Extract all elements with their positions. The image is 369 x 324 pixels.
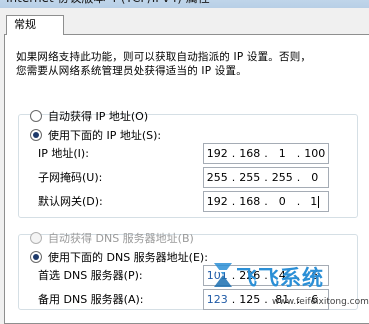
auto-dns-option[interactable]: 自动获得 DNS 服务器地址(B) — [30, 230, 194, 245]
text-caret — [318, 196, 320, 208]
mask-octet-4: 0 — [311, 171, 319, 184]
window-title: Internet 协议版本 4 (TCP/IPv4) 属性 — [0, 0, 369, 8]
description-text: 如果网络支持此功能，则可以获取自动指派的 IP 设置。否则， 您需要从网络系统管… — [16, 50, 362, 78]
subnet-mask-label: 子网掩码(U): — [38, 171, 103, 184]
auto-dns-radio[interactable] — [30, 231, 42, 244]
manual-dns-radio[interactable] — [30, 250, 42, 263]
tab-general[interactable]: 常规 — [6, 15, 64, 35]
gateway-input[interactable]: 192. 168. 0. 1 — [203, 191, 329, 212]
ip-address-input[interactable]: 192. 168. 1. 100 — [203, 143, 329, 164]
manual-dns-option[interactable]: 使用下面的 DNS 服务器地址(E): — [30, 249, 208, 264]
alternate-dns-label: 备用 DNS 服务器(A): — [38, 293, 144, 306]
gateway-octet-3: 0 — [278, 195, 286, 208]
gateway-label: 默认网关(D): — [38, 195, 103, 208]
gateway-octet-1: 192 — [206, 195, 228, 208]
manual-ip-label: 使用下面的 IP 地址(S): — [48, 128, 162, 142]
gateway-octet-4: 1 — [310, 195, 320, 208]
mask-octet-2: 255 — [239, 171, 261, 184]
ip-octet-2: 168 — [239, 147, 261, 160]
auto-ip-radio[interactable] — [30, 109, 42, 122]
adns-octet-2: 125 — [239, 293, 261, 306]
brand-logo-icon — [214, 263, 232, 287]
ip-octet-1: 192 — [206, 147, 228, 160]
description-line-1: 如果网络支持此功能，则可以获取自动指派的 IP 设置。否则， — [16, 51, 312, 63]
subnet-mask-input[interactable]: 255. 255. 255. 0 — [203, 167, 329, 188]
mask-octet-3: 255 — [271, 171, 293, 184]
watermark-brand: 飞飞系统 — [236, 266, 324, 290]
auto-ip-option[interactable]: 自动获得 IP 地址(O) — [30, 108, 148, 123]
mask-octet-1: 255 — [206, 171, 228, 184]
preferred-dns-label: 首选 DNS 服务器(P): — [38, 269, 143, 282]
description-line-2: 您需要从网络系统管理员处获得适当的 IP 设置。 — [16, 65, 247, 77]
ip-octet-3: 1 — [278, 147, 286, 160]
auto-ip-label: 自动获得 IP 地址(O) — [48, 109, 149, 123]
manual-ip-option[interactable]: 使用下面的 IP 地址(S): — [30, 127, 161, 142]
gateway-octet-2: 168 — [239, 195, 261, 208]
watermark-url: www.feifeixitong.com — [272, 297, 369, 307]
auto-dns-label: 自动获得 DNS 服务器地址(B) — [48, 231, 194, 245]
ip-octet-4: 100 — [304, 147, 326, 160]
adns-octet-1: 123 — [206, 293, 228, 306]
ip-address-label: IP 地址(I): — [38, 147, 89, 160]
manual-dns-label: 使用下面的 DNS 服务器地址(E): — [48, 250, 208, 264]
manual-ip-radio[interactable] — [30, 128, 42, 141]
